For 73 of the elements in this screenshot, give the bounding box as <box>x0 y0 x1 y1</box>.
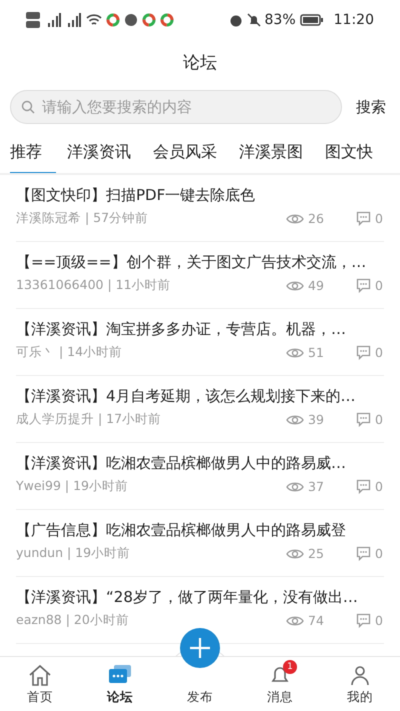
battery-percent: 83% <box>264 12 296 28</box>
comment-icon <box>356 278 371 293</box>
eye-icon <box>286 212 304 226</box>
post-meta: 成人学历提升 | 17小时前 <box>16 411 162 428</box>
comment-icon <box>356 211 371 226</box>
comment-count: 0 <box>375 345 383 360</box>
add-button[interactable] <box>180 628 220 668</box>
post-item[interactable]: 【洋溪资讯】吃湘农壹品槟榔做男人中的路易威… Ywei99 | 19小时前 37 0 <box>16 443 384 510</box>
page-title: 论坛 <box>183 52 217 74</box>
eye-icon <box>286 546 304 560</box>
eye-icon <box>286 480 304 494</box>
post-meta: 洋溪陈冠希 | 57分钟前 <box>16 210 150 227</box>
post-title: 【广告信息】吃湘农壹品槟榔做男人中的路易威登 <box>16 521 347 540</box>
post-title: 【洋溪资讯】淘宝拼多多办证，专营店。机器，… <box>16 320 347 339</box>
comment-count: 0 <box>375 278 383 293</box>
view-count: 26 <box>308 211 324 226</box>
comment-icon <box>356 479 371 494</box>
mute-icon <box>246 13 261 27</box>
eye-icon <box>286 614 304 628</box>
view-count: 49 <box>308 278 324 293</box>
view-count: 51 <box>308 345 324 360</box>
tab[interactable]: 图文快 <box>314 138 384 173</box>
view-count: 74 <box>308 613 324 628</box>
post-item[interactable]: 【广告信息】吃湘农壹品槟榔做男人中的路易威登 yundun | 19小时前 25 0 <box>16 510 384 577</box>
plus-icon <box>189 637 211 659</box>
comment-icon <box>356 412 371 427</box>
nav-item[interactable]: 首页 <box>0 656 80 711</box>
comment-count: 0 <box>375 412 383 427</box>
eye-icon <box>286 412 304 426</box>
comment-icon <box>356 546 371 561</box>
comment-count: 0 <box>375 211 383 226</box>
search-button[interactable]: 搜索 <box>356 98 390 116</box>
eye-icon <box>286 278 304 292</box>
post-title: 【洋溪资讯】“28岁了，做了两年量化，没有做出… <box>16 588 359 607</box>
comment-icon <box>356 613 371 628</box>
post-meta: yundun | 19小时前 <box>16 545 132 562</box>
eye-icon <box>286 346 304 360</box>
post-item[interactable]: 【洋溪资讯】4月自考延期，该怎么规划接下来的… 成人学历提升 | 17小时前 39 0 <box>16 376 384 443</box>
post-item[interactable]: 【图文快印】扫描PDF一键去除底色 洋溪陈冠希 | 57分钟前 26 0 <box>16 175 384 242</box>
view-count: 39 <box>308 412 324 427</box>
tab[interactable]: 推荐 <box>10 138 56 173</box>
post-meta: eazn88 | 20小时前 <box>16 612 130 629</box>
post-meta: Ywei99 | 19小时前 <box>16 478 129 495</box>
battery-icon <box>300 14 324 26</box>
nav-item[interactable]: 1 消息 <box>240 656 320 711</box>
nav-item[interactable]: 论坛 <box>80 656 160 711</box>
home-icon <box>27 663 53 687</box>
nav-item[interactable]: 我的 <box>320 656 400 711</box>
comment-count: 0 <box>375 546 383 561</box>
tab[interactable]: 洋溪景图 <box>228 138 314 173</box>
post-item[interactable]: 【==顶级==】创个群，关于图文广告技术交流，… 13361066400 | 11小时前 49 0 <box>16 242 384 309</box>
clock: 11:20 <box>334 12 374 28</box>
unread-badge: 1 <box>283 660 297 674</box>
signal-icon <box>66 13 82 27</box>
post-title: 【图文快印】扫描PDF一键去除底色 <box>16 186 256 205</box>
comment-count: 0 <box>375 613 383 628</box>
tab[interactable]: 会员风采 <box>142 138 228 173</box>
post-meta: 可乐丶 | 14小时前 <box>16 344 124 361</box>
post-meta: 13361066400 | 11小时前 <box>16 277 172 294</box>
view-count: 37 <box>308 479 324 494</box>
sim-icon <box>26 11 42 29</box>
tab[interactable]: 洋溪资讯 <box>56 138 142 173</box>
signal-icon <box>46 13 62 27</box>
wifi-icon <box>86 13 102 27</box>
post-title: 【==顶级==】创个群，关于图文广告技术交流，… <box>16 253 368 272</box>
post-title: 【洋溪资讯】吃湘农壹品槟榔做男人中的路易威… <box>16 454 347 473</box>
post-title: 【洋溪资讯】4月自考延期，该怎么规划接下来的… <box>16 387 357 406</box>
view-count: 25 <box>308 546 324 561</box>
comment-icon <box>356 345 371 360</box>
search-field[interactable]: 请输入您要搜索的内容 <box>10 90 342 124</box>
comment-count: 0 <box>375 479 383 494</box>
post-item[interactable]: 【洋溪资讯】淘宝拼多多办证，专营店。机器，… 可乐丶 | 14小时前 51 0 <box>16 309 384 376</box>
search-icon <box>21 100 35 114</box>
